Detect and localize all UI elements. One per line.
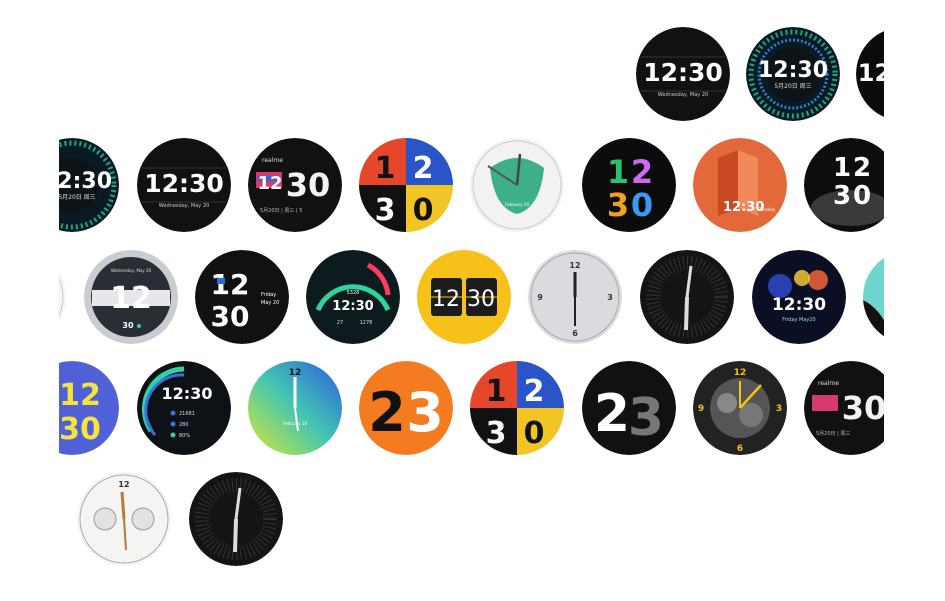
watch-face-silver-bezel[interactable]: Wednesday, May 20 12 30 bbox=[84, 250, 178, 344]
svg-text:12:30: 12:30 bbox=[162, 384, 213, 403]
svg-text:12:30: 12:30 bbox=[772, 295, 826, 315]
svg-text:12: 12 bbox=[118, 480, 129, 489]
svg-text:May 20: May 20 bbox=[261, 300, 279, 306]
svg-text:3: 3 bbox=[486, 416, 507, 451]
svg-text:21681: 21681 bbox=[179, 411, 195, 417]
svg-text:12: 12 bbox=[734, 368, 747, 378]
svg-text:5328: 5328 bbox=[347, 290, 360, 296]
svg-text:12: 12 bbox=[432, 287, 460, 312]
watch-face-activity-rings[interactable]: 12:30 21681 280 80% bbox=[137, 361, 231, 455]
svg-text:2: 2 bbox=[524, 374, 545, 409]
svg-text:12: 12 bbox=[289, 368, 302, 378]
watch-face-digital-black[interactable]: 12:30 Wednesday, May 20 bbox=[636, 27, 730, 121]
time-text: 12:30 bbox=[758, 58, 828, 83]
svg-text:February 20: February 20 bbox=[505, 202, 530, 207]
date-text: 5月20日 | 周三 | 5 bbox=[260, 208, 302, 214]
svg-text:Friday May20: Friday May20 bbox=[782, 317, 815, 323]
svg-text:1: 1 bbox=[833, 153, 851, 183]
svg-text:3: 3 bbox=[406, 381, 444, 444]
svg-text:3: 3 bbox=[607, 293, 613, 302]
svg-text:30: 30 bbox=[211, 300, 250, 333]
watch-face-dark-lines[interactable] bbox=[640, 250, 734, 344]
watch-face-fitness-ring[interactable]: 5328 12:30 27 1278 bbox=[306, 250, 400, 344]
svg-text:realme: realme bbox=[818, 380, 839, 387]
watch-face-orange-23[interactable]: 2 3 bbox=[359, 361, 453, 455]
svg-text:2: 2 bbox=[413, 151, 434, 186]
svg-text:0: 0 bbox=[631, 186, 653, 224]
svg-text:Friday: Friday bbox=[261, 292, 276, 298]
svg-text:6: 6 bbox=[737, 444, 743, 454]
watch-face-bubbles[interactable]: 12:30 Friday May20 bbox=[752, 250, 846, 344]
watch-face-stacked-digits[interactable]: 12 30 Friday May 20 bbox=[195, 250, 289, 344]
watch-face-skeleton[interactable]: 12 3 6 9 bbox=[693, 361, 787, 455]
svg-text:0: 0 bbox=[853, 181, 871, 211]
watch-face-flip-clock[interactable]: 12 30 bbox=[417, 250, 511, 344]
svg-text:9: 9 bbox=[537, 293, 543, 302]
watch-face-quad-color[interactable]: 1 2 3 0 bbox=[470, 361, 564, 455]
svg-text:280: 280 bbox=[179, 422, 189, 428]
svg-text:1278: 1278 bbox=[360, 320, 373, 326]
watch-face-quad-color[interactable]: 1 2 3 0 bbox=[359, 138, 453, 232]
watch-face-chronograph[interactable]: 12 bbox=[77, 472, 171, 566]
svg-text:1: 1 bbox=[375, 151, 396, 186]
svg-text:12: 12 bbox=[569, 261, 580, 270]
svg-text:February 20: February 20 bbox=[283, 421, 308, 426]
svg-text:2: 2 bbox=[594, 384, 630, 444]
watch-face-analog-grey[interactable]: 12 3 6 9 bbox=[528, 250, 622, 344]
minute-text: 30 bbox=[286, 166, 331, 204]
svg-text:1: 1 bbox=[486, 374, 507, 409]
svg-text:0: 0 bbox=[413, 193, 434, 228]
svg-text:30: 30 bbox=[467, 287, 495, 312]
date-text: Wednesday, May 20 bbox=[159, 203, 209, 209]
svg-text:2: 2 bbox=[368, 381, 406, 444]
svg-text:0: 0 bbox=[524, 416, 545, 451]
watch-face-orange-3d[interactable]: 12:30 Tuesday bbox=[693, 138, 787, 232]
carousel-right-edge bbox=[884, 0, 945, 601]
svg-text:12:30: 12:30 bbox=[332, 299, 373, 314]
watch-face-dark-lines[interactable] bbox=[189, 472, 283, 566]
svg-text:Wednesday, May 20: Wednesday, May 20 bbox=[111, 268, 152, 273]
svg-text:3: 3 bbox=[628, 388, 664, 448]
svg-text:30: 30 bbox=[842, 389, 887, 427]
svg-text:3: 3 bbox=[375, 193, 396, 228]
watch-face-digital-swirl[interactable]: 12:30 5月20日 周三 bbox=[746, 27, 840, 121]
svg-text:9: 9 bbox=[698, 404, 704, 414]
svg-text:12: 12 bbox=[110, 281, 152, 316]
svg-text:5月20日 | 周三: 5月20日 | 周三 bbox=[816, 431, 850, 437]
watch-face-analog-green[interactable]: February 20 bbox=[470, 138, 564, 232]
hour-text: 12 bbox=[257, 173, 282, 194]
svg-text:30: 30 bbox=[59, 412, 101, 447]
svg-text:6: 6 bbox=[572, 329, 578, 338]
svg-text:12: 12 bbox=[211, 268, 250, 301]
svg-text:80%: 80% bbox=[179, 433, 190, 439]
carousel-left-edge bbox=[0, 0, 59, 601]
time-text: 12:30 bbox=[643, 58, 723, 87]
svg-text:27: 27 bbox=[337, 320, 343, 326]
svg-text:12: 12 bbox=[59, 378, 101, 413]
brand-text: realme bbox=[262, 157, 283, 164]
watch-face-bw-23[interactable]: 2 3 bbox=[582, 361, 676, 455]
date-text: 5月20日 周三 bbox=[58, 194, 95, 201]
svg-text:30: 30 bbox=[122, 321, 134, 330]
watch-face-digital-black[interactable]: 12:30 Wednesday, May 20 bbox=[137, 138, 231, 232]
watch-face-realme-glitch[interactable]: realme 12 30 5月20日 | 周三 | 5 bbox=[248, 138, 342, 232]
watch-face-gradient-digits[interactable]: 1 2 3 0 bbox=[582, 138, 676, 232]
svg-text:3: 3 bbox=[833, 181, 851, 211]
svg-text:3: 3 bbox=[776, 404, 782, 414]
date-text: Wednesday, May 20 bbox=[658, 92, 708, 98]
svg-text:Tuesday: Tuesday bbox=[758, 207, 776, 212]
svg-text:3: 3 bbox=[607, 186, 629, 224]
date-text: 5月20日 周三 bbox=[774, 83, 811, 90]
time-text: 12:30 bbox=[144, 169, 224, 198]
svg-text:2: 2 bbox=[853, 153, 871, 183]
watch-face-gradient-analog[interactable]: 12 February 20 bbox=[248, 361, 342, 455]
